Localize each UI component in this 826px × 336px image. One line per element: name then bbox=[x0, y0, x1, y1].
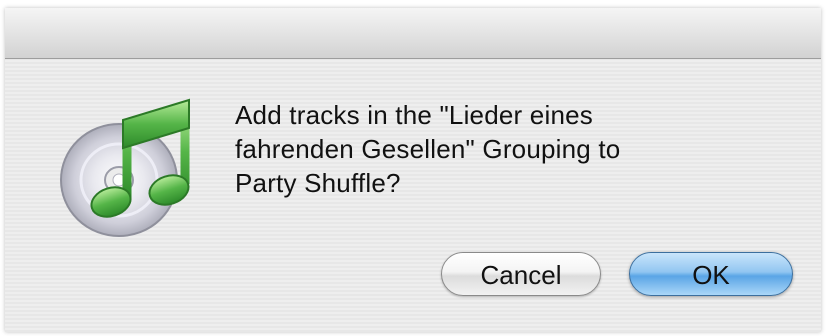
dialog-message: Add tracks in the "Lieder eines fahrende… bbox=[235, 98, 795, 200]
alert-dialog: Add tracks in the "Lieder eines fahrende… bbox=[5, 8, 821, 332]
itunes-icon bbox=[60, 98, 190, 237]
message-line-1: Add tracks in the "Lieder eines bbox=[235, 100, 593, 130]
message-line-2: fahrenden Gesellen" Grouping to bbox=[235, 134, 621, 164]
cancel-button[interactable]: Cancel bbox=[441, 252, 601, 296]
message-line-3: Party Shuffle? bbox=[235, 168, 401, 198]
dialog-title-bar[interactable] bbox=[5, 8, 821, 59]
ok-button[interactable]: OK bbox=[629, 252, 793, 296]
